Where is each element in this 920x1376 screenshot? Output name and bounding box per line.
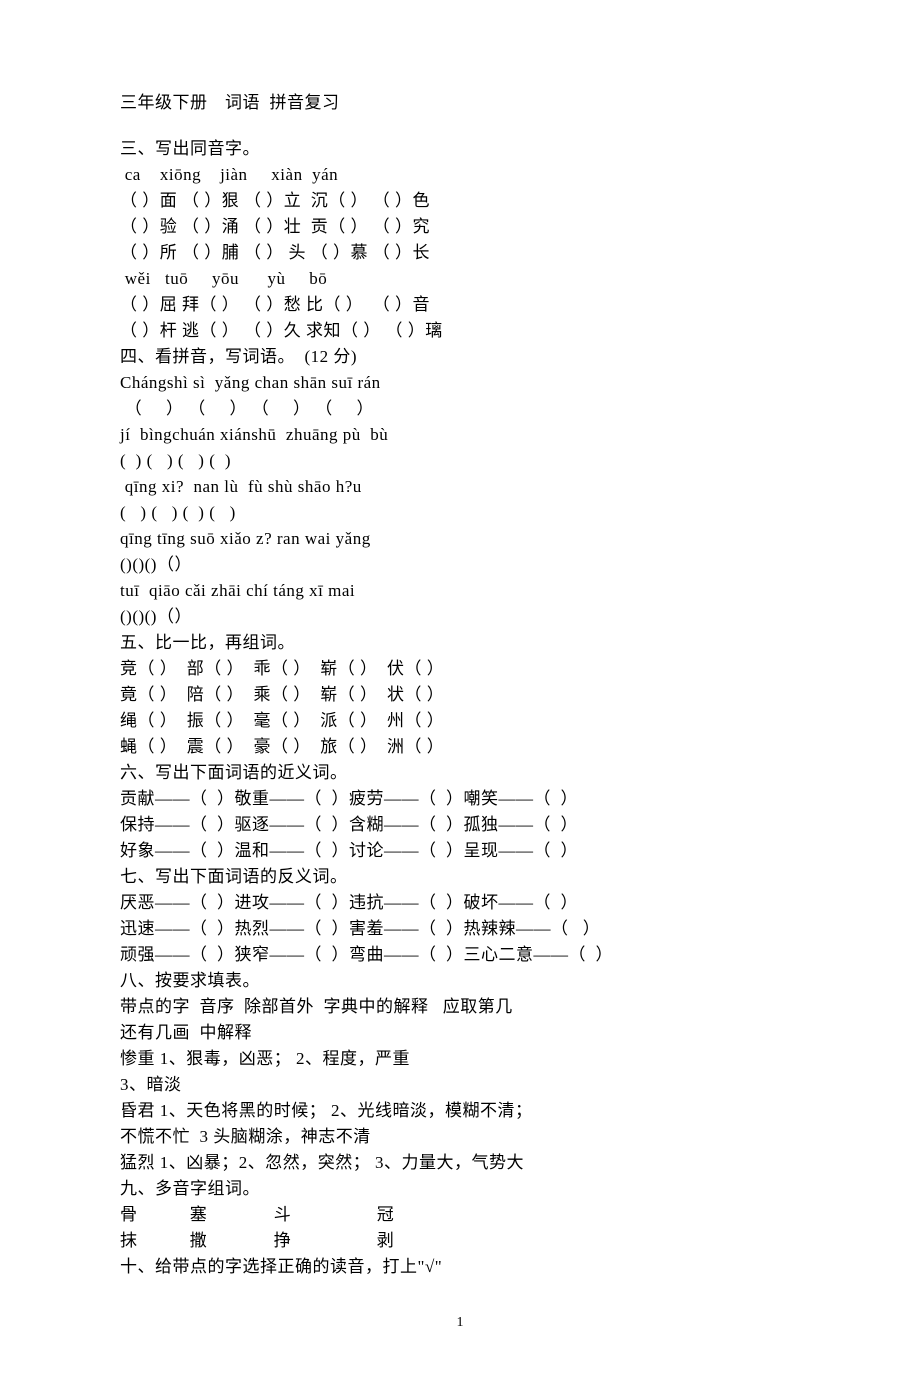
section-6-heading: 六、写出下面词语的近义词。 — [120, 760, 800, 786]
text-line: 猛烈 1、凶暴；2、忽然，突然； 3、力量大，气势大 — [120, 1150, 800, 1176]
text-line: 竟（ ） 陪（ ） 乘（ ） 崭（ ） 状（ ） — [120, 682, 800, 708]
text-line: 好象——（ ）温和——（ ）讨论——（ ）呈现——（ ） — [120, 838, 800, 864]
text-line: 竞（ ） 部（ ） 乖（ ） 崭（ ） 伏（ ） — [120, 656, 800, 682]
text-line: （ ）所 （ ）脯 （ ） 头 （ ）慕 （ ）长 — [120, 240, 800, 266]
section-10-heading: 十、给带点的字选择正确的读音，打上"√" — [120, 1254, 800, 1280]
text-line: 顽强——（ ）狭窄——（ ）弯曲——（ ）三心二意——（ ） — [120, 942, 800, 968]
text-line: （ ） （ ） （ ） （ ） — [120, 396, 800, 422]
text-line: 绳（ ） 振（ ） 毫（ ） 派（ ） 州（ ） — [120, 708, 800, 734]
text-line: qīng tīng suō xiǎo z? ran wai yǎng — [120, 526, 800, 552]
doc-title: 三年级下册 词语 拼音复习 — [120, 90, 800, 116]
text-line: Chángshì sì yǎng chan shān suī rán — [120, 370, 800, 396]
text-line: ( ) ( ) ( ) ( ) — [120, 500, 800, 526]
text-line: ( ) ( ) ( ) ( ) — [120, 448, 800, 474]
section-8-heading: 八、按要求填表。 — [120, 968, 800, 994]
text-line: ()()()（） — [120, 552, 800, 578]
text-line: 保持——（ ）驱逐——（ ）含糊——（ ）孤独——（ ） — [120, 812, 800, 838]
text-line: 还有几画 中解释 — [120, 1020, 800, 1046]
text-line: 抹 撒 挣 剥 — [120, 1228, 800, 1254]
text-line: 惨重 1、狠毒，凶恶； 2、程度，严重 — [120, 1046, 800, 1072]
text-line: qīng xi? nan lù fù shù shāo h?u — [120, 474, 800, 500]
spacer — [120, 116, 800, 136]
section-3-heading: 三、写出同音字。 — [120, 136, 800, 162]
section-4-heading: 四、看拼音，写词语。 (12 分) — [120, 344, 800, 370]
text-line: wěi tuō yōu yù bō — [120, 266, 800, 292]
text-line: ()()()（） — [120, 604, 800, 630]
text-line: 厌恶——（ ）进攻——（ ）违抗——（ ）破坏——（ ） — [120, 890, 800, 916]
page-number: 1 — [120, 1310, 800, 1336]
text-line: 蝇（ ） 震（ ） 豪（ ） 旅（ ） 洲（ ） — [120, 734, 800, 760]
text-line: jí bìngchuán xiánshū zhuāng pù bù — [120, 422, 800, 448]
document-page: 三年级下册 词语 拼音复习 三、写出同音字。 ca xiōng jiàn xià… — [0, 0, 920, 1376]
text-line: 带点的字 音序 除部首外 字典中的解释 应取第几 — [120, 994, 800, 1020]
text-line: （ ）面 （ ）狠 （ ）立 沉（ ） （ ）色 — [120, 188, 800, 214]
text-line: ca xiōng jiàn xiàn yán — [120, 162, 800, 188]
section-7-heading: 七、写出下面词语的反义词。 — [120, 864, 800, 890]
text-line: 贡献——（ ）敬重——（ ）疲劳——（ ）嘲笑——（ ） — [120, 786, 800, 812]
text-line: 昏君 1、天色将黑的时候； 2、光线暗淡，模糊不清； — [120, 1098, 800, 1124]
text-line: tuī qiāo cǎi zhāi chí táng xī mai — [120, 578, 800, 604]
text-line: 骨 塞 斗 冠 — [120, 1202, 800, 1228]
text-line: 3、暗淡 — [120, 1072, 800, 1098]
text-line: （ ）屈 拜（ ） （ ）愁 比（ ） （ ）音 — [120, 292, 800, 318]
section-9-heading: 九、多音字组词。 — [120, 1176, 800, 1202]
text-line: （ ）验 （ ）涌 （ ）壮 贡（ ） （ ）究 — [120, 214, 800, 240]
text-line: （ ）杆 逃（ ） （ ）久 求知（ ） （ ）璃 — [120, 318, 800, 344]
text-line: 不慌不忙 3 头脑糊涂，神志不清 — [120, 1124, 800, 1150]
section-5-heading: 五、比一比，再组词。 — [120, 630, 800, 656]
text-line: 迅速——（ ）热烈——（ ）害羞——（ ）热辣辣——（ ） — [120, 916, 800, 942]
